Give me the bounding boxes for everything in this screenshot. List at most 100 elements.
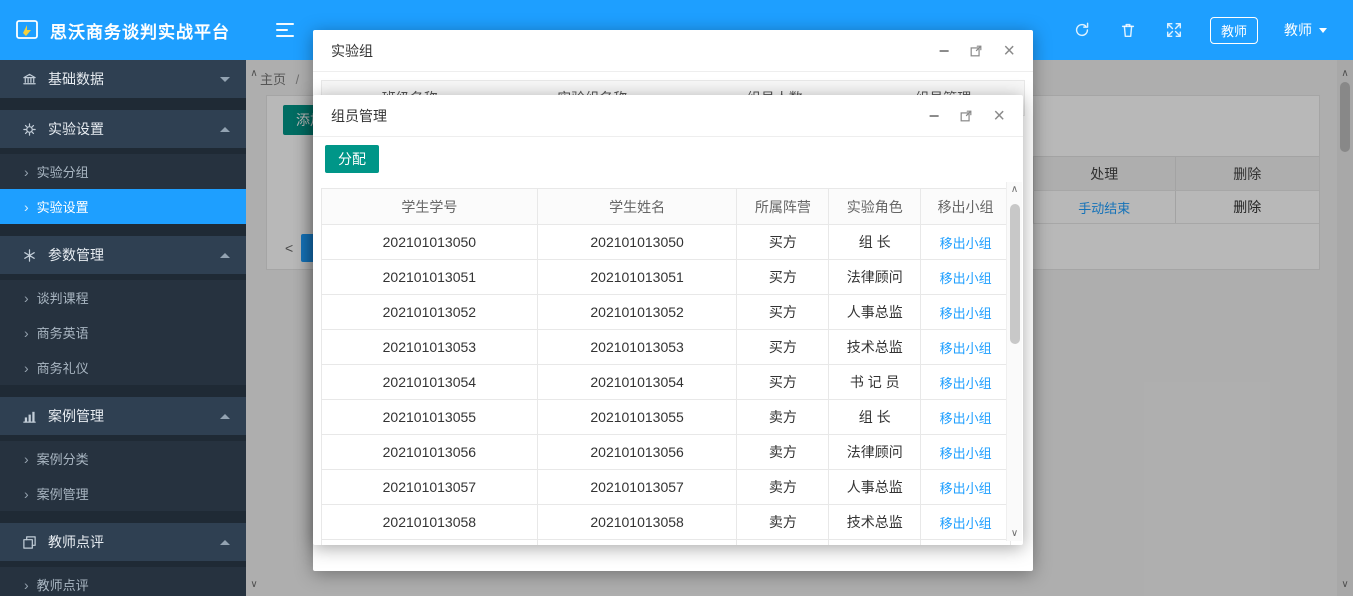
camp-value: 买方 bbox=[737, 365, 829, 400]
sidebar-item-label: 教师点评 bbox=[37, 575, 89, 594]
role-badge[interactable]: 教师 bbox=[1210, 17, 1258, 44]
scroll-down-icon[interactable]: ∨ bbox=[1007, 528, 1022, 539]
modal-window-controls: − × bbox=[939, 41, 1015, 61]
sidebar-item-label: 教师点评 bbox=[48, 532, 104, 552]
chevron-down-icon bbox=[220, 77, 230, 82]
table-row: 202101013054 202101013054 买方 书 记 员 移出小组 bbox=[322, 365, 1011, 400]
student-name bbox=[537, 540, 737, 546]
sidebar-item-business-etiquette[interactable]: › 商务礼仪 bbox=[0, 350, 246, 385]
sidebar-item-negotiation-course[interactable]: › 谈判课程 bbox=[0, 280, 246, 315]
fullscreen-icon[interactable] bbox=[1164, 20, 1184, 40]
header-actions: 教师 教师 bbox=[1072, 17, 1353, 44]
sidebar-toggle-icon[interactable] bbox=[276, 19, 296, 41]
remove-from-group-link[interactable]: 移出小组 bbox=[940, 341, 992, 356]
submenu-arrow-icon: › bbox=[24, 199, 29, 215]
sidebar-item-teacher-review-sub[interactable]: › 教师点评 bbox=[0, 567, 246, 596]
sidebar-item-label: 案例分类 bbox=[37, 449, 89, 468]
table-row: 202101013057 202101013057 卖方 人事总监 移出小组 bbox=[322, 470, 1011, 505]
sidebar-item-experiment-settings[interactable]: 实验设置 bbox=[0, 110, 246, 148]
submenu-arrow-icon: › bbox=[24, 486, 29, 502]
sidebar-item-label: 基础数据 bbox=[48, 69, 104, 89]
student-name: 202101013052 bbox=[537, 295, 737, 330]
student-id bbox=[322, 540, 538, 546]
table-row: 202101013055 202101013055 卖方 组 长 移出小组 bbox=[322, 400, 1011, 435]
submenu-arrow-icon: › bbox=[24, 164, 29, 180]
submenu-arrow-icon: › bbox=[24, 325, 29, 341]
scroll-up-icon[interactable]: ∧ bbox=[1007, 184, 1022, 195]
member-management-modal: 组员管理 − × 分配 学生学号 学生姓名 所属阵营 实验角色 bbox=[313, 95, 1023, 545]
remove-from-group-link[interactable]: 移出小组 bbox=[940, 481, 992, 496]
modal-title: 组员管理 bbox=[331, 106, 387, 126]
close-icon[interactable]: × bbox=[993, 106, 1005, 126]
student-name: 202101013056 bbox=[537, 435, 737, 470]
bar-chart-icon bbox=[20, 409, 38, 424]
camp-value: 卖方 bbox=[737, 505, 829, 540]
sidebar-item-basic-data[interactable]: 基础数据 bbox=[0, 60, 246, 98]
table-row: 202101013052 202101013052 买方 人事总监 移出小组 bbox=[322, 295, 1011, 330]
sidebar-item-teacher-review[interactable]: 教师点评 bbox=[0, 523, 246, 561]
sidebar-nav: 基础数据 实验设置 › 实验分组 › 实验设置 bbox=[0, 60, 246, 596]
remove-from-group-link[interactable]: 移出小组 bbox=[940, 516, 992, 531]
modal-window-controls: − × bbox=[929, 106, 1005, 126]
student-id: 202101013057 bbox=[322, 470, 538, 505]
sidebar-item-parameter-management[interactable]: 参数管理 bbox=[0, 236, 246, 274]
role-value: 人事总监 bbox=[829, 470, 921, 505]
maximize-icon[interactable] bbox=[959, 109, 973, 123]
close-icon[interactable]: × bbox=[1003, 41, 1015, 61]
chevron-up-icon bbox=[220, 127, 230, 132]
role-value: 技术总监 bbox=[829, 330, 921, 365]
remove-from-group-link[interactable]: 移出小组 bbox=[940, 306, 992, 321]
table-row: 202101013051 202101013051 买方 法律顾问 移出小组 bbox=[322, 260, 1011, 295]
modal-scrollbar[interactable]: ∧ ∨ bbox=[1006, 182, 1022, 541]
sidebar-item-experiment-setup[interactable]: › 实验设置 bbox=[0, 189, 246, 224]
chevron-up-icon bbox=[220, 414, 230, 419]
camp-value: 卖方 bbox=[737, 470, 829, 505]
student-name: 202101013057 bbox=[537, 470, 737, 505]
remove-from-group-link[interactable]: 移出小组 bbox=[940, 271, 992, 286]
student-id: 202101013050 bbox=[322, 225, 538, 260]
gear-icon bbox=[20, 122, 38, 137]
maximize-icon[interactable] bbox=[969, 44, 983, 58]
role-value: 书 记 员 bbox=[829, 365, 921, 400]
submenu-arrow-icon: › bbox=[24, 577, 29, 593]
student-name: 202101013054 bbox=[537, 365, 737, 400]
role-value: 组 长 bbox=[829, 400, 921, 435]
chevron-up-icon bbox=[220, 540, 230, 545]
camp-value: 买方 bbox=[737, 225, 829, 260]
student-id: 202101013053 bbox=[322, 330, 538, 365]
remove-from-group-link[interactable]: 移出小组 bbox=[940, 411, 992, 426]
student-name: 202101013051 bbox=[537, 260, 737, 295]
sidebar-item-case-management[interactable]: 案例管理 bbox=[0, 397, 246, 435]
remove-from-group-link[interactable]: 移出小组 bbox=[940, 376, 992, 391]
camp-value bbox=[737, 540, 829, 546]
remove-from-group-link[interactable]: 移出小组 bbox=[940, 446, 992, 461]
app-logo: 思沃商务谈判实战平台 bbox=[0, 0, 246, 60]
sidebar-item-business-english[interactable]: › 商务英语 bbox=[0, 315, 246, 350]
trash-icon[interactable] bbox=[1118, 20, 1138, 40]
student-id: 202101013052 bbox=[322, 295, 538, 330]
refresh-icon[interactable] bbox=[1072, 20, 1092, 40]
sidebar-item-experiment-grouping[interactable]: › 实验分组 bbox=[0, 154, 246, 189]
assign-button[interactable]: 分配 bbox=[325, 145, 379, 173]
user-menu[interactable]: 教师 bbox=[1284, 20, 1327, 40]
student-name: 202101013058 bbox=[537, 505, 737, 540]
remove-from-group-link[interactable]: 移出小组 bbox=[940, 236, 992, 251]
table-row: 202101013050 202101013050 买方 组 长 移出小组 bbox=[322, 225, 1011, 260]
windows-icon bbox=[20, 535, 38, 550]
column-header-role: 实验角色 bbox=[829, 189, 921, 225]
sidebar-item-label: 实验设置 bbox=[37, 197, 89, 216]
sidebar-item-case-management-sub[interactable]: › 案例管理 bbox=[0, 476, 246, 511]
scrollbar-thumb[interactable] bbox=[1010, 204, 1020, 344]
role-value bbox=[829, 540, 921, 546]
minimize-icon[interactable]: − bbox=[929, 107, 940, 125]
camp-value: 卖方 bbox=[737, 435, 829, 470]
table-row bbox=[322, 540, 1011, 546]
camp-value: 买方 bbox=[737, 260, 829, 295]
role-value: 法律顾问 bbox=[829, 435, 921, 470]
sidebar-item-case-category[interactable]: › 案例分类 bbox=[0, 441, 246, 476]
table-row: 202101013053 202101013053 买方 技术总监 移出小组 bbox=[322, 330, 1011, 365]
minimize-icon[interactable]: − bbox=[939, 42, 950, 60]
camp-value: 卖方 bbox=[737, 400, 829, 435]
student-id: 202101013056 bbox=[322, 435, 538, 470]
student-name: 202101013053 bbox=[537, 330, 737, 365]
